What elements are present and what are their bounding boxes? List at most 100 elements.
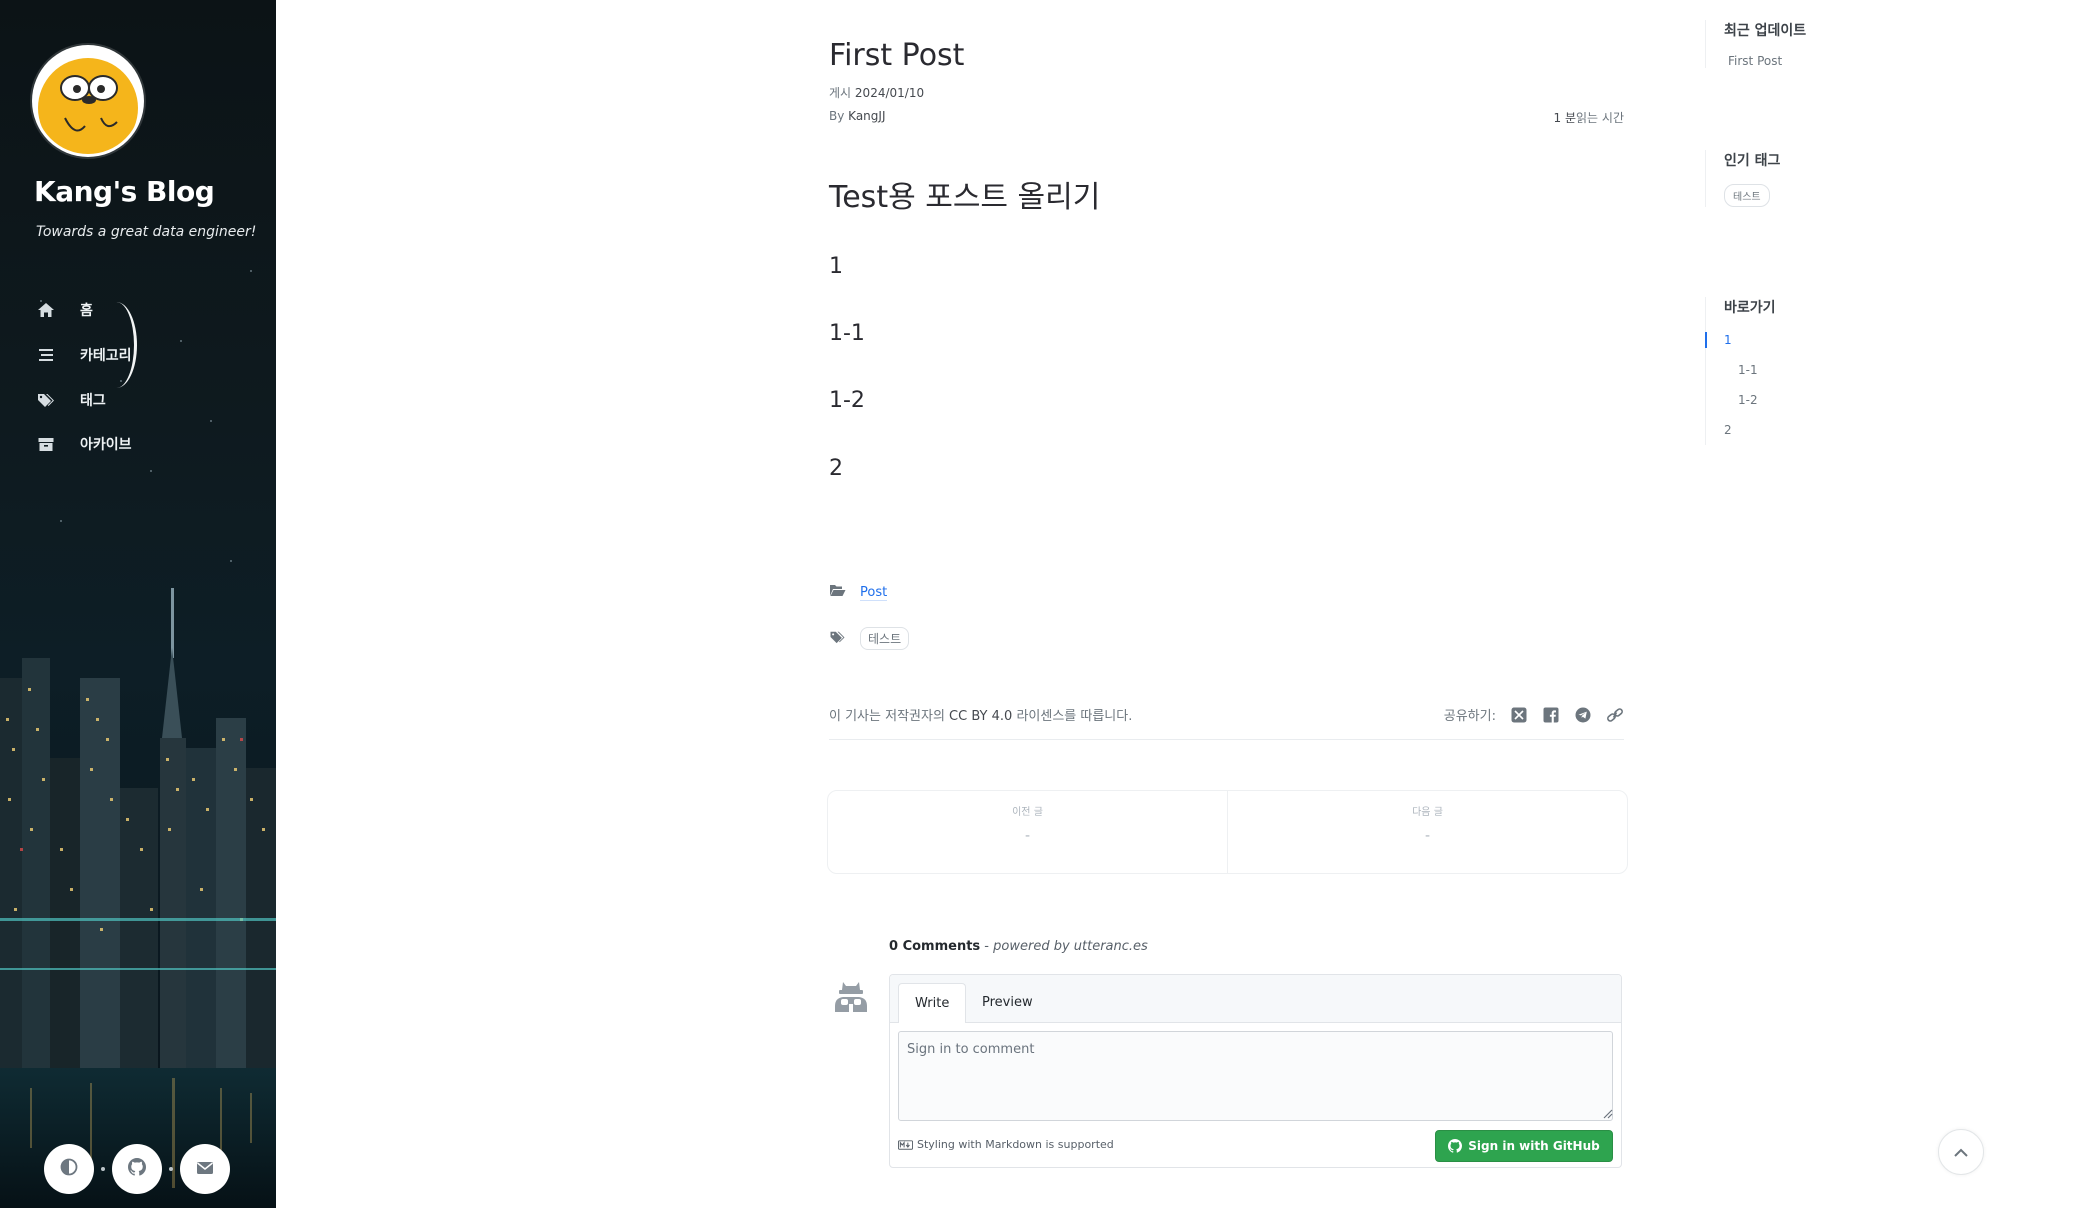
previous-post-label: 이전 글 — [1012, 807, 1043, 818]
separator-dot — [101, 1167, 105, 1171]
chevron-up-icon — [1953, 1143, 1969, 1162]
toc-section: 바로가기 1 1-1 1-2 2 — [1705, 297, 1776, 445]
nav-item-archives[interactable]: 아카이브 — [36, 422, 132, 467]
next-post-title: - — [1424, 828, 1431, 844]
resize-handle-icon[interactable] — [1603, 1109, 1613, 1119]
post-author[interactable]: KangJJ — [848, 109, 885, 123]
post-heading: Test용 포스트 올리기 — [829, 180, 1101, 215]
popular-tags-section: 인기 태그 테스트 — [1705, 150, 1780, 207]
site-title[interactable]: Kang's Blog — [34, 175, 215, 208]
tab-preview[interactable]: Preview — [966, 983, 1049, 1022]
sky-star — [150, 470, 152, 472]
powered-by[interactable]: powered by utteranc.es — [993, 939, 1148, 954]
comment-box: Write Preview Sign in to comment Styling… — [889, 974, 1622, 1168]
sky-star — [230, 560, 232, 562]
toc-heading: 바로가기 — [1724, 300, 1776, 316]
recent-updates-section: 최근 업데이트 First Post — [1705, 20, 1806, 68]
archive-icon — [36, 434, 56, 454]
theme-toggle-icon — [60, 1158, 78, 1180]
markdown-note[interactable]: Styling with Markdown is supported — [898, 1138, 1114, 1151]
sky-star — [210, 420, 212, 422]
sky-star — [250, 270, 252, 272]
post-title: First Post — [829, 38, 965, 74]
share-label: 공유하기: — [1443, 709, 1496, 724]
post-heading: 2 — [829, 456, 843, 481]
by-label: By — [829, 109, 845, 123]
post-tags: 테스트 — [829, 627, 910, 650]
nav-label: 태그 — [80, 392, 106, 409]
toc-item[interactable]: 1-2 — [1724, 385, 1776, 415]
read-time-label: 읽는 시간 — [1576, 111, 1624, 125]
sidebar: Kang's Blog Towards a great data enginee… — [0, 0, 276, 1208]
read-time-value: 1 분 — [1553, 111, 1577, 125]
comments-header: 0 Comments - powered by utteranc.es — [889, 939, 1148, 954]
post-heading: 1 — [829, 254, 843, 279]
stream-icon — [36, 345, 56, 365]
comment-textarea[interactable]: Sign in to comment — [898, 1031, 1613, 1121]
toc-item[interactable]: 1 — [1724, 325, 1776, 355]
markdown-icon — [898, 1139, 913, 1150]
read-time: 1 분읽는 시간 — [1554, 109, 1624, 126]
comment-tabs: Write Preview — [890, 975, 1621, 1023]
envelope-icon — [196, 1160, 214, 1179]
facebook-icon[interactable] — [1542, 706, 1560, 724]
sky-star — [180, 340, 182, 342]
nav-label: 홈 — [80, 303, 93, 320]
back-to-top-button[interactable] — [1938, 1129, 1984, 1175]
toc-active-marker — [1705, 332, 1707, 348]
category-link[interactable]: Post — [860, 585, 888, 601]
github-icon — [1448, 1139, 1463, 1153]
post-navigation: 이전 글 - 다음 글 - — [827, 790, 1628, 874]
github-button[interactable] — [112, 1144, 162, 1194]
nav-label: 아카이브 — [80, 437, 132, 454]
tags-icon — [36, 390, 56, 410]
comments-separator: - — [980, 939, 994, 954]
home-icon — [36, 300, 56, 320]
nav-hover-arc — [96, 302, 137, 388]
tags-icon — [829, 630, 846, 647]
previous-post-link[interactable]: 이전 글 - — [828, 791, 1227, 873]
recent-update-link[interactable]: First Post — [1728, 54, 1806, 68]
sign-in-github-button[interactable]: Sign in with GitHub — [1435, 1130, 1613, 1162]
folder-open-icon — [829, 584, 846, 601]
separator-dot — [169, 1167, 173, 1171]
next-post-link[interactable]: 다음 글 - — [1227, 791, 1627, 873]
posted-date: 2024/01/10 — [854, 86, 925, 100]
sky-star — [60, 520, 62, 522]
license-text: 이 기사는 저작권자의 CC BY 4.0 라이센스를 따릅니다. — [829, 709, 1132, 724]
share-wrapper: 공유하기: — [1444, 705, 1624, 724]
post-heading: 1-1 — [829, 321, 865, 346]
license-link[interactable]: CC BY 4.0 — [949, 709, 1012, 724]
post-author-line: By KangJJ — [829, 109, 885, 123]
tab-write[interactable]: Write — [898, 983, 967, 1023]
post-heading: 1-2 — [829, 388, 865, 413]
email-button[interactable] — [180, 1144, 230, 1194]
github-icon — [128, 1158, 146, 1180]
license-prefix: 이 기사는 저작권자의 — [829, 709, 945, 724]
toc-list: 1 1-1 1-2 2 — [1705, 325, 1776, 445]
post-category: Post — [829, 584, 888, 601]
markdown-note-text: Styling with Markdown is supported — [917, 1138, 1114, 1151]
jake-dog-avatar-image — [35, 48, 141, 154]
posted-label: 게시 — [829, 86, 852, 100]
popular-tag[interactable]: 테스트 — [1724, 184, 1770, 207]
city-skyline-image — [0, 588, 276, 1208]
avatar[interactable] — [32, 45, 144, 157]
previous-post-title: - — [1024, 828, 1031, 844]
sign-in-github-label: Sign in with GitHub — [1468, 1139, 1600, 1153]
x-twitter-icon[interactable] — [1510, 706, 1528, 724]
telegram-icon[interactable] — [1574, 706, 1592, 724]
link-icon[interactable] — [1606, 706, 1624, 724]
anonymous-user-icon — [831, 976, 871, 1016]
theme-toggle-button[interactable] — [44, 1144, 94, 1194]
license-suffix: 라이센스를 따릅니다. — [1016, 709, 1133, 724]
toc-item[interactable]: 2 — [1724, 415, 1776, 445]
license-share-bar: 이 기사는 저작권자의 CC BY 4.0 라이센스를 따릅니다. 공유하기: — [829, 705, 1624, 740]
next-post-label: 다음 글 — [1412, 807, 1443, 818]
site-subtitle: Towards a great data engineer! — [36, 224, 257, 240]
tag-pill[interactable]: 테스트 — [860, 627, 910, 650]
toc-item[interactable]: 1-1 — [1724, 355, 1776, 385]
post-date-line: 게시 2024/01/10 — [829, 84, 924, 101]
sidebar-bottom-buttons — [44, 1144, 230, 1194]
comment-count: 0 Comments — [889, 939, 981, 954]
